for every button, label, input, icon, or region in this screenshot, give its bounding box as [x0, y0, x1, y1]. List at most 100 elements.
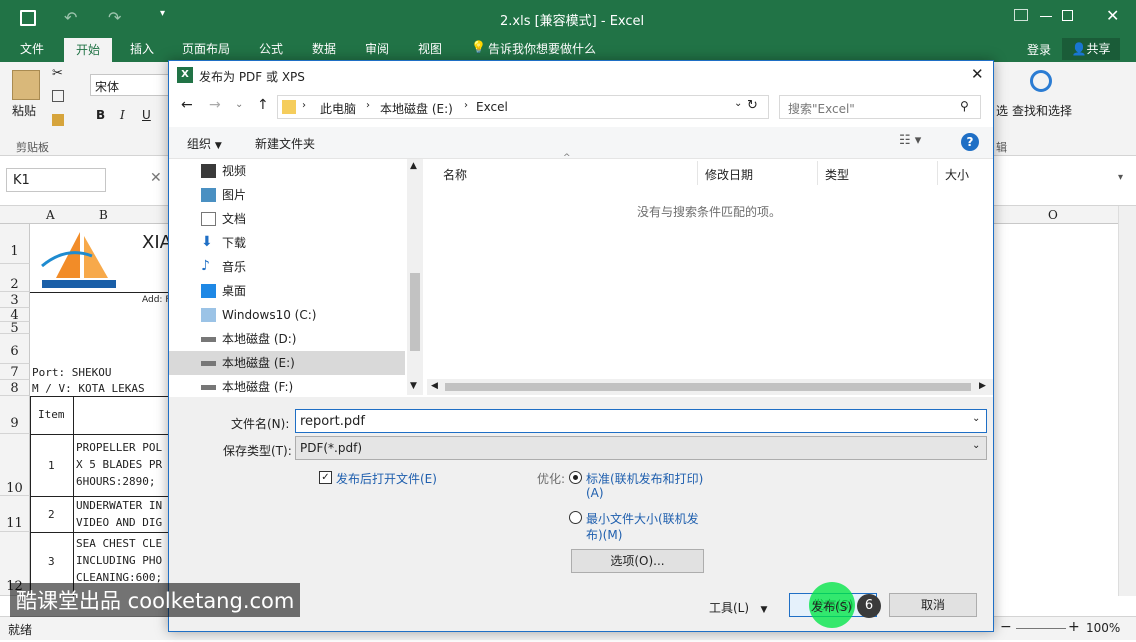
bold-button[interactable]: B	[96, 108, 105, 122]
close-icon[interactable]: ✕	[1106, 6, 1119, 25]
breadcrumb-excel[interactable]: Excel	[476, 100, 508, 114]
nav-item-videos[interactable]: 视频	[169, 159, 405, 183]
dialog-close-icon[interactable]: ✕	[971, 65, 984, 83]
view-options-icon[interactable]: ☷ ▾	[899, 133, 921, 148]
expand-formula-icon[interactable]: ▾	[1118, 172, 1123, 183]
copy-icon[interactable]	[52, 90, 64, 102]
column-header-a[interactable]: A	[46, 208, 55, 222]
row-header[interactable]: 3	[0, 292, 30, 308]
font-name-box[interactable]: 宋体	[90, 74, 170, 96]
vessel-cell[interactable]: M / V: KOTA LEKAS	[32, 382, 145, 395]
breadcrumb-this-pc[interactable]: 此电脑	[320, 100, 356, 117]
paste-button[interactable]: 粘贴	[12, 102, 36, 119]
cancel-button[interactable]: 取消	[889, 593, 977, 617]
tab-formulas[interactable]: 公式	[259, 40, 283, 57]
column-header-type[interactable]: 类型	[825, 166, 849, 183]
nav-item-music[interactable]: ♪ 音乐	[169, 255, 405, 279]
nav-item-desktop[interactable]: 桌面	[169, 279, 405, 303]
minimize-icon[interactable]	[1040, 16, 1052, 17]
underline-button[interactable]: U	[142, 108, 151, 122]
address-bar[interactable]: › 此电脑 › 本地磁盘 (E:) › Excel ⌄	[277, 95, 769, 119]
scroll-left-icon[interactable]: ◀	[431, 381, 438, 391]
scroll-right-icon[interactable]: ▶	[979, 381, 986, 391]
filename-dropdown-icon[interactable]: ⌄	[972, 413, 980, 424]
radio-minimum[interactable]	[569, 511, 582, 524]
nav-item-drive-f[interactable]: 本地磁盘 (F:)	[169, 375, 405, 399]
row-header[interactable]: 2	[0, 264, 30, 292]
open-after-publish-label[interactable]: 发布后打开文件(E)	[336, 470, 437, 487]
redo-icon[interactable]: ↷	[108, 8, 121, 27]
tab-insert[interactable]: 插入	[130, 40, 154, 57]
paste-icon[interactable]	[12, 70, 40, 100]
vertical-scrollbar[interactable]	[1118, 206, 1136, 596]
scroll-thumb[interactable]	[410, 273, 420, 351]
customize-quick-access-icon[interactable]: ▾	[160, 8, 165, 19]
zoom-in-icon[interactable]: +	[1068, 619, 1080, 635]
zoom-out-icon[interactable]: −	[1000, 619, 1012, 635]
filename-input[interactable]: report.pdf ⌄	[295, 409, 987, 433]
h-scroll-thumb[interactable]	[445, 383, 971, 391]
refresh-icon[interactable]: ↻	[747, 98, 758, 113]
format-painter-icon[interactable]	[52, 114, 64, 126]
row-header[interactable]: 9	[0, 396, 30, 434]
column-header-name[interactable]: 名称	[443, 166, 467, 183]
recent-chevron-icon[interactable]: ⌄	[235, 99, 243, 110]
zoom-level[interactable]: 100%	[1086, 621, 1120, 635]
forward-arrow-icon[interactable]: →	[209, 97, 221, 113]
undo-icon[interactable]: ↶	[64, 8, 77, 27]
name-box[interactable]: K1	[6, 168, 106, 192]
radio-minimum-label-cont[interactable]: 布)(M)	[586, 526, 622, 543]
column-header-size[interactable]: 大小	[945, 166, 969, 183]
tab-view[interactable]: 视图	[418, 40, 442, 57]
column-header-b[interactable]: B	[99, 208, 108, 222]
search-icon[interactable]	[1030, 70, 1052, 92]
help-icon[interactable]: ?	[961, 133, 979, 151]
tab-data[interactable]: 数据	[312, 40, 336, 57]
nav-item-documents[interactable]: 文档	[169, 207, 405, 231]
italic-button[interactable]: I	[120, 108, 125, 122]
nav-item-drive-d[interactable]: 本地磁盘 (D:)	[169, 327, 405, 351]
nav-item-pictures[interactable]: 图片	[169, 183, 405, 207]
tab-review[interactable]: 审阅	[365, 40, 389, 57]
nav-item-downloads[interactable]: ⬇ 下载	[169, 231, 405, 255]
cut-icon[interactable]: ✂	[52, 66, 63, 81]
address-dropdown-icon[interactable]: ⌄	[734, 98, 742, 109]
tell-me-box[interactable]: 告诉我你想要做什么	[488, 40, 596, 57]
tab-page-layout[interactable]: 页面布局	[182, 40, 230, 57]
row-header[interactable]: 11	[0, 496, 30, 532]
zoom-slider[interactable]	[1016, 628, 1066, 629]
row-header[interactable]: 6	[0, 334, 30, 364]
scroll-up-icon[interactable]: ▲	[410, 161, 417, 171]
port-cell[interactable]: Port: SHEKOU	[32, 366, 111, 379]
tab-file[interactable]: 文件	[20, 40, 44, 57]
horizontal-scrollbar[interactable]: ◀ ▶	[427, 379, 993, 395]
organize-button[interactable]: 组织 ▼	[187, 135, 222, 152]
tab-home[interactable]: 开始	[64, 36, 112, 62]
row-header[interactable]: 1	[0, 224, 30, 264]
radio-standard-label[interactable]: 标准(联机发布和打印)	[586, 470, 703, 487]
tools-menu[interactable]: 工具(L) ▼	[709, 599, 767, 616]
row-header[interactable]: 5	[0, 322, 30, 336]
row-header[interactable]: 4	[0, 308, 30, 323]
share-button[interactable]: 👤共享	[1062, 38, 1120, 60]
row-header[interactable]: 8	[0, 380, 30, 396]
breadcrumb-drive-e[interactable]: 本地磁盘 (E:)	[380, 100, 453, 117]
ribbon-display-icon[interactable]	[1014, 9, 1028, 21]
cancel-entry-icon[interactable]: ✕	[150, 170, 162, 186]
row-header[interactable]: 7	[0, 364, 30, 380]
options-button[interactable]: 选项(O)...	[571, 549, 704, 573]
open-after-publish-checkbox[interactable]: ✓	[319, 471, 332, 484]
scroll-down-icon[interactable]: ▼	[410, 381, 417, 391]
sign-in-link[interactable]: 登录	[1027, 41, 1051, 58]
save-icon[interactable]	[20, 10, 36, 26]
radio-standard-label-cont[interactable]: (A)	[586, 486, 604, 500]
row-header[interactable]: 10	[0, 434, 30, 496]
nav-item-drive-c[interactable]: Windows10 (C:)	[169, 303, 405, 327]
nav-item-drive-e[interactable]: 本地磁盘 (E:)	[169, 351, 405, 375]
column-header-o[interactable]: O	[1048, 208, 1058, 222]
column-header-date-modified[interactable]: 修改日期	[705, 166, 753, 183]
nav-scrollbar[interactable]: ▲ ▼	[407, 159, 423, 395]
file-list[interactable]: ^ 名称 修改日期 类型 大小 没有与搜索条件匹配的项。 ◀ ▶	[427, 153, 993, 395]
radio-minimum-label[interactable]: 最小文件大小(联机发	[586, 510, 699, 527]
up-arrow-icon[interactable]: ↑	[257, 97, 269, 113]
